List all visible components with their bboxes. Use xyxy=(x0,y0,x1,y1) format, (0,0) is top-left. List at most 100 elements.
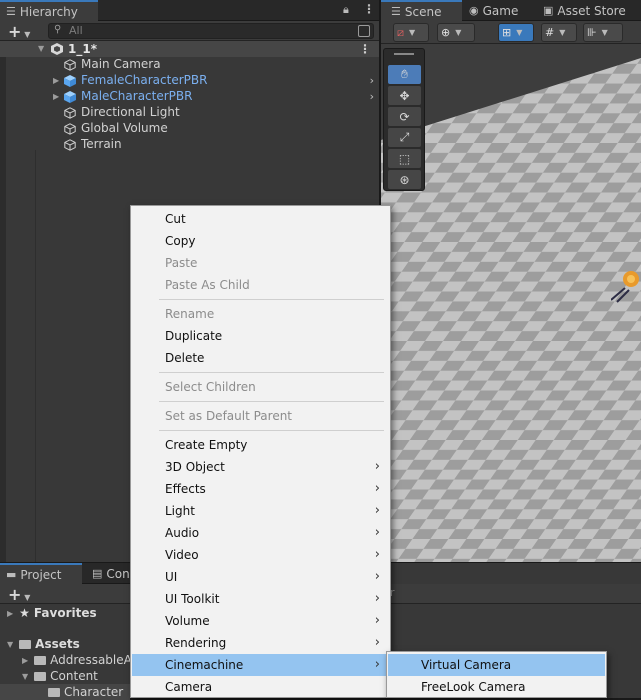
hierarchy-item[interactable]: ▶ › MaleCharacterPBR xyxy=(0,89,379,105)
favorites-row[interactable]: ▶ ★ Favorites xyxy=(7,605,97,621)
assets-row[interactable]: ▼ Assets xyxy=(7,636,80,652)
tab-scene[interactable]: ☰ Scene xyxy=(381,0,462,21)
submenu-arrow-icon: › xyxy=(374,547,380,562)
hierarchy-item[interactable]: Main Camera xyxy=(0,57,379,73)
panel-menu-icon[interactable]: ⋮ xyxy=(363,2,375,16)
rect-tool-icon[interactable]: ⬚ xyxy=(388,149,421,168)
menu-item-cut[interactable]: Cut xyxy=(132,208,389,230)
foldout-open-icon[interactable]: ▼ xyxy=(38,44,44,53)
tab-project[interactable]: ▬ Project xyxy=(0,563,82,584)
create-button[interactable]: + ▼ xyxy=(8,22,30,41)
grid-icon: # xyxy=(545,26,555,39)
scene-menu-icon[interactable]: ⋮ xyxy=(359,42,371,56)
menu-item-effects[interactable]: Effects › xyxy=(132,478,389,500)
tab-asset-store[interactable]: ▣ Asset Store xyxy=(537,0,634,21)
gameobject-cube-icon xyxy=(64,107,76,119)
chevron-right-icon[interactable]: › xyxy=(370,90,374,103)
snap-button[interactable]: # ▼ xyxy=(541,23,577,42)
foldout-closed-icon[interactable]: ▶ xyxy=(53,92,59,101)
scale-tool-icon[interactable]: ⤢ xyxy=(388,128,421,147)
chevron-down-icon: ▼ xyxy=(516,28,523,37)
scene-toolbar: ⧄ ▼ ⊕ ▼ ⊞ ▼ # ▼ ⊪ ▼ xyxy=(381,21,641,44)
hierarchy-item[interactable]: Global Volume xyxy=(0,121,379,137)
search-filter-icon[interactable] xyxy=(358,25,370,37)
menu-item-paste: Paste xyxy=(132,252,389,274)
hierarchy-item[interactable]: ▶ › FemaleCharacterPBR xyxy=(0,73,379,89)
menu-item-3d-object[interactable]: 3D Object › xyxy=(132,456,389,478)
submenu-arrow-icon: › xyxy=(374,569,380,584)
foldout-open-icon[interactable]: ▼ xyxy=(22,672,28,681)
increment-snap-button[interactable]: ⊪ ▼ xyxy=(583,23,623,42)
folder-icon xyxy=(34,655,47,665)
scene-name: 1_1* xyxy=(68,42,97,56)
hierarchy-item-label: FemaleCharacterPBR xyxy=(81,73,208,87)
foldout-closed-icon[interactable]: ▶ xyxy=(22,656,28,665)
menu-item-light[interactable]: Light › xyxy=(132,500,389,522)
hierarchy-toolbar: + ▼ ⚲ All xyxy=(0,21,379,41)
folder-row[interactable]: ▼ Content xyxy=(22,668,98,684)
scene-tabbar: ☰ Scene ◉ Game ▣ Asset Store xyxy=(381,0,641,21)
render-mode-button[interactable]: ⊕ ▼ xyxy=(437,23,475,42)
menu-item-create-empty[interactable]: Create Empty xyxy=(132,434,389,456)
menu-item-audio[interactable]: Audio › xyxy=(132,522,389,544)
menu-item-label: Video xyxy=(165,548,199,562)
menu-item-virtual-camera[interactable]: Virtual Camera xyxy=(388,654,605,676)
foldout-closed-icon[interactable]: ▶ xyxy=(7,609,13,618)
scene-tab-icon: ☰ xyxy=(391,5,401,18)
chevron-right-icon[interactable]: › xyxy=(370,74,374,87)
menu-item-label: Set as Default Parent xyxy=(165,409,293,423)
menu-item-label: Delete xyxy=(165,351,205,365)
tab-game[interactable]: ◉ Game xyxy=(463,0,526,21)
menu-item-video[interactable]: Video › xyxy=(132,544,389,566)
menu-item-select-children: Select Children xyxy=(132,376,389,398)
character-gizmo[interactable] xyxy=(611,268,641,304)
folder-label: Character xyxy=(64,685,124,699)
menu-item-delete[interactable]: Delete xyxy=(132,347,389,369)
submenu-arrow-icon: › xyxy=(374,481,380,496)
menu-item-camera[interactable]: Camera xyxy=(132,676,389,698)
menu-item-label: Cut xyxy=(165,212,186,226)
menu-item-volume[interactable]: Volume › xyxy=(132,610,389,632)
foldout-open-icon[interactable]: ▼ xyxy=(7,640,13,649)
drag-handle[interactable] xyxy=(394,53,414,55)
folder-label: Content xyxy=(50,669,98,683)
gizmo-toggle-button[interactable]: ⊞ ▼ xyxy=(498,23,534,42)
search-input[interactable]: ⚲ All xyxy=(48,23,374,39)
search-icon: ⚲ xyxy=(54,24,62,35)
scene-root-row[interactable]: ▼ 1_1* ⋮ xyxy=(0,41,379,57)
hierarchy-item[interactable]: Terrain xyxy=(0,137,379,153)
menu-item-rendering[interactable]: Rendering › xyxy=(132,632,389,654)
chevron-down-icon: ▼ xyxy=(409,28,416,37)
lock-icon[interactable]: 🔒︎ xyxy=(343,3,349,17)
hand-tool-icon[interactable]: ✋︎ xyxy=(388,65,421,84)
tab-hierarchy-label: Hierarchy xyxy=(19,4,78,19)
tab-hierarchy[interactable]: ☰ Hierarchy xyxy=(0,0,98,21)
context-menu: Cut Copy Paste Paste As Child Rename Duplicat… xyxy=(130,205,391,698)
project-create-button[interactable]: + ▼ xyxy=(8,585,30,604)
hierarchy-item-label: Global Volume xyxy=(81,121,168,135)
menu-item-duplicate[interactable]: Duplicate xyxy=(132,325,389,347)
menu-item-label: Duplicate xyxy=(165,329,223,343)
transform-tool-icon[interactable]: ⊛ xyxy=(388,170,421,189)
menu-item-ui[interactable]: UI › xyxy=(132,566,389,588)
tab-game-label: Game xyxy=(482,3,519,18)
folder-row[interactable]: ▶ AddressableA xyxy=(22,652,132,668)
submenu-arrow-icon: › xyxy=(374,591,380,606)
star-icon: ★ xyxy=(19,606,30,620)
foldout-closed-icon[interactable]: ▶ xyxy=(53,76,59,85)
move-tool-icon[interactable]: ✥ xyxy=(388,86,421,105)
menu-item-label: 3D Object xyxy=(165,460,225,474)
chevron-down-icon: ▼ xyxy=(455,28,462,37)
menu-item-copy[interactable]: Copy xyxy=(132,230,389,252)
menu-item-ui-toolkit[interactable]: UI Toolkit › xyxy=(132,588,389,610)
list-icon: ☰ xyxy=(6,5,16,18)
hierarchy-item-label: Directional Light xyxy=(81,105,180,119)
rotate-tool-icon[interactable]: ⟳ xyxy=(388,107,421,126)
hierarchy-item[interactable]: Directional Light xyxy=(0,105,379,121)
submenu-arrow-icon: › xyxy=(374,635,380,650)
menu-item-label: Rename xyxy=(165,307,215,321)
menu-item-cinemachine[interactable]: Cinemachine › xyxy=(132,654,389,676)
menu-item-label: Paste As Child xyxy=(165,278,250,292)
draw-mode-button[interactable]: ⧄ ▼ xyxy=(393,23,429,42)
menu-item-freelook-camera[interactable]: FreeLook Camera xyxy=(388,676,605,698)
